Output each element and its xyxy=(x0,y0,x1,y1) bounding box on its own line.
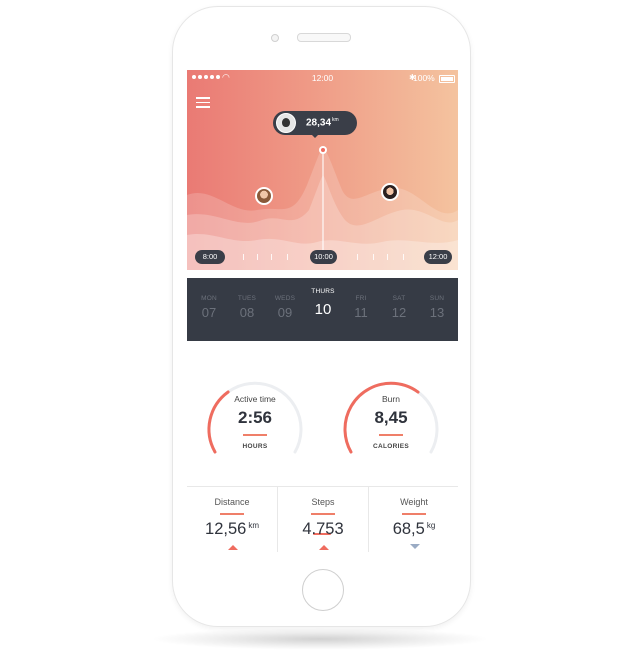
peak-marker-dot xyxy=(321,148,325,152)
bubble-tail xyxy=(311,134,319,138)
hamburger-icon[interactable] xyxy=(196,97,210,108)
device-shadow xyxy=(150,628,490,650)
day-name: SUN xyxy=(429,295,445,302)
day-name: MON xyxy=(201,295,217,302)
ring-separator xyxy=(379,434,403,436)
battery-icon xyxy=(439,75,455,83)
battery-percent: 100% xyxy=(413,73,435,83)
day-number: 10 xyxy=(314,301,332,318)
activity-hero: ◠ 12:00 ✱ 100% 28,34km 8:00 10:00 12:00 xyxy=(187,70,458,270)
metric-value: 12,56 xyxy=(205,520,247,538)
metric-separator xyxy=(311,513,335,515)
trend-down-icon xyxy=(410,544,420,549)
metric-value: 68,5 xyxy=(392,520,425,538)
ring-value: 8,45 xyxy=(374,408,408,427)
day-name: SAT xyxy=(392,295,406,302)
day-number: 08 xyxy=(239,305,255,320)
metric-separator xyxy=(402,513,426,515)
metric-value: 4.753 xyxy=(302,520,344,538)
ring-value: 2:56 xyxy=(237,408,273,427)
day-name: WEDS xyxy=(274,295,296,302)
day-number: 13 xyxy=(429,305,445,320)
metric-label: Steps xyxy=(311,497,335,507)
ring-unit: HOURS xyxy=(242,443,268,450)
status-bar: ◠ 12:00 ✱ 100% xyxy=(187,70,458,86)
ring-unit: CALORIES xyxy=(373,443,409,450)
bubble-value-wrap: 28,34km xyxy=(306,117,339,128)
trend-up-icon xyxy=(228,545,238,550)
friend-avatar-left[interactable] xyxy=(255,187,273,205)
friend-avatar-right[interactable] xyxy=(381,183,399,201)
user-avatar xyxy=(276,113,296,133)
front-camera xyxy=(271,34,279,42)
timeline-current[interactable]: 10:00 xyxy=(310,250,337,264)
distance-metric[interactable]: Distance 12,56 km xyxy=(187,486,277,552)
day-number: 11 xyxy=(354,305,368,320)
bubble-unit: km xyxy=(332,117,339,123)
steps-metric[interactable]: Steps 4.753 xyxy=(278,486,368,552)
day-selector: MON 07 TUES 08 WEDS 09 THURS 10 FRI 11 SAT 12 … xyxy=(187,278,458,535)
timeline-start[interactable]: 8:00 xyxy=(195,250,225,264)
metric-unit: kg xyxy=(426,520,436,530)
day-number: 07 xyxy=(201,305,217,320)
activity-wave-chart xyxy=(187,146,458,270)
ring-label: Active time xyxy=(234,394,276,404)
weight-metric[interactable]: Weight 68,5 kg xyxy=(369,486,458,552)
app-screen: ◠ 12:00 ✱ 100% 28,34km 8:00 10:00 12:00 … xyxy=(187,70,458,554)
burn-ring[interactable]: Burn 8,45 CALORIES xyxy=(337,370,445,460)
metric-value-wrap: 12,56 km xyxy=(187,520,277,539)
day-name: THURS xyxy=(311,288,335,295)
earpiece-speaker xyxy=(297,33,351,42)
day-number: 12 xyxy=(391,305,407,320)
metric-value-wrap: 4.753 xyxy=(278,520,368,539)
metric-separator xyxy=(220,513,244,515)
bubble-value: 28,34 xyxy=(306,117,332,129)
metric-label: Distance xyxy=(214,497,250,507)
day-number: 09 xyxy=(277,305,293,320)
day-name: FRI xyxy=(355,295,367,302)
home-button[interactable] xyxy=(302,569,344,611)
day-name: TUES xyxy=(237,295,257,302)
ring-separator xyxy=(243,434,267,436)
metric-value-wrap: 68,5 kg xyxy=(369,520,458,539)
timeline-end[interactable]: 12:00 xyxy=(424,250,452,264)
distance-bubble[interactable]: 28,34km xyxy=(273,111,357,138)
trend-up-icon xyxy=(319,545,329,550)
metric-unit: km xyxy=(248,520,259,530)
active-time-ring[interactable]: Active time 2:56 HOURS xyxy=(201,370,309,460)
metric-label: Weight xyxy=(400,497,428,507)
ring-label: Burn xyxy=(382,394,400,404)
